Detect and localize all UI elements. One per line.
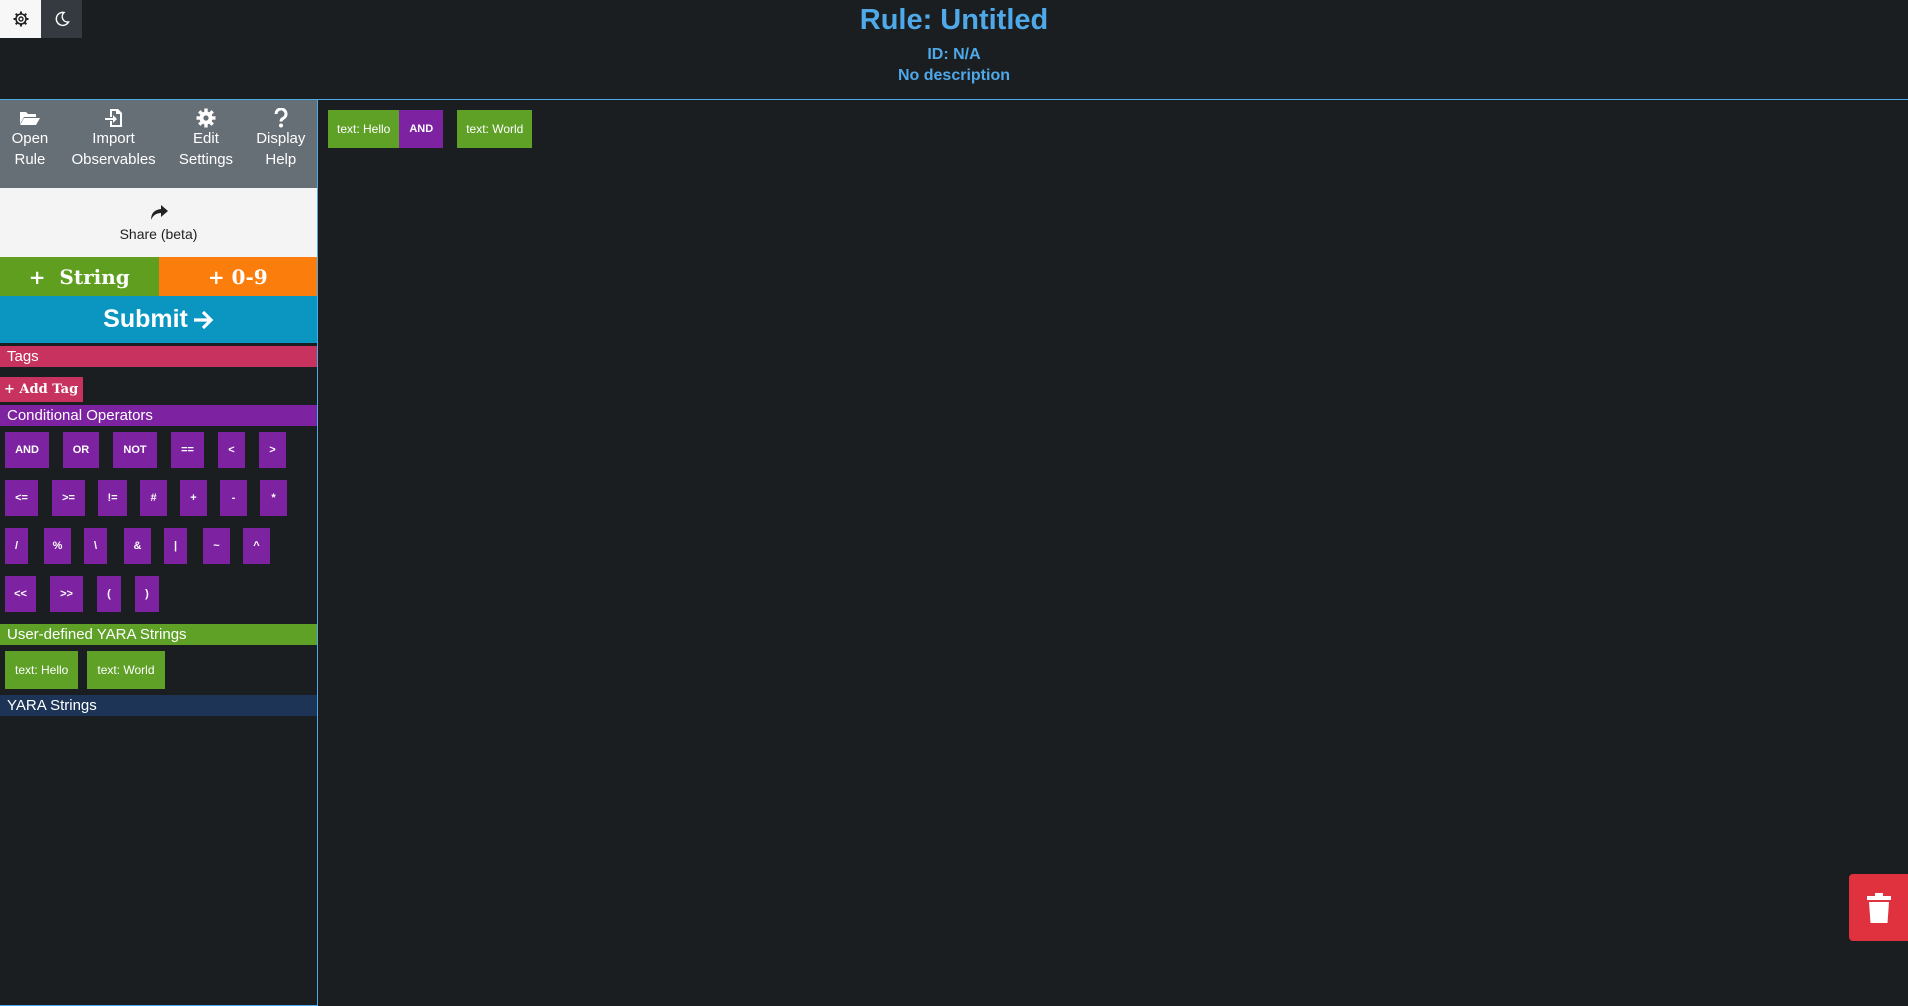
delete-dropzone-button[interactable] bbox=[1849, 874, 1908, 941]
rule-header: Rule: Untitled ID: N/A No description bbox=[0, 0, 1908, 86]
display-help-label-2: Help bbox=[265, 151, 297, 168]
open-rule-label-1: Open bbox=[11, 130, 49, 147]
rule-title: Rule: Untitled bbox=[859, 4, 1049, 36]
operator-minus[interactable]: - bbox=[220, 480, 247, 516]
user-strings-list: text: Hello text: World bbox=[0, 645, 317, 695]
operator-shift-left[interactable]: << bbox=[5, 576, 36, 612]
operator-greater-than[interactable]: > bbox=[259, 432, 286, 468]
add-number-button[interactable]: + 0-9 bbox=[158, 257, 317, 296]
workspace-string-chip[interactable]: text: World bbox=[457, 110, 533, 148]
workspace-operator-chip[interactable]: AND bbox=[399, 110, 444, 148]
trash-icon bbox=[1866, 892, 1891, 923]
condition-workspace: text: Hello AND text: World bbox=[328, 110, 533, 148]
open-rule-button[interactable]: Open Rule bbox=[11, 108, 49, 170]
share-arrow-icon bbox=[150, 204, 168, 220]
workspace-string-chip[interactable]: text: Hello bbox=[328, 110, 400, 148]
import-observables-button[interactable]: Import Observables bbox=[71, 108, 156, 170]
rule-id: ID: N/A bbox=[927, 46, 981, 63]
rule-description: No description bbox=[897, 67, 1010, 84]
operator-count[interactable]: # bbox=[140, 480, 167, 516]
canvas-divider bbox=[318, 99, 1908, 100]
folder-open-icon bbox=[19, 112, 40, 125]
operator-equals[interactable]: == bbox=[171, 432, 204, 468]
add-string-button[interactable]: + String bbox=[0, 257, 159, 296]
operator-and[interactable]: AND bbox=[5, 432, 49, 468]
operator-not[interactable]: NOT bbox=[113, 432, 157, 468]
operator-or[interactable]: OR bbox=[63, 432, 99, 468]
operator-open-paren[interactable]: ( bbox=[97, 576, 121, 612]
tags-area: + Add Tag bbox=[0, 367, 317, 405]
user-string-chip[interactable]: text: Hello bbox=[5, 651, 79, 689]
operator-modulo[interactable]: % bbox=[44, 528, 71, 564]
operator-shift-right[interactable]: >> bbox=[50, 576, 83, 612]
add-tag-button[interactable]: + Add Tag bbox=[0, 377, 84, 402]
user-strings-section-header: User-defined YARA Strings bbox=[0, 624, 317, 645]
share-button[interactable]: Share (beta) bbox=[0, 188, 317, 257]
tags-section-header: Tags bbox=[0, 346, 317, 367]
question-icon bbox=[274, 108, 288, 128]
sidebar: Open Rule Import Observables Edit Settin… bbox=[0, 99, 318, 1006]
operator-close-paren[interactable]: ) bbox=[135, 576, 159, 612]
display-help-label-1: Display bbox=[256, 130, 306, 147]
yara-strings-section-header: YARA Strings bbox=[0, 695, 317, 716]
operator-xor[interactable]: ^ bbox=[243, 528, 270, 564]
open-rule-label-2: Rule bbox=[14, 151, 46, 168]
operator-backslash[interactable]: \ bbox=[84, 528, 107, 564]
add-buttons-row: + String + 0-9 bbox=[0, 257, 317, 296]
operator-row: << >> ( ) bbox=[5, 576, 317, 624]
file-import-icon bbox=[104, 109, 122, 127]
operator-less-than[interactable]: < bbox=[218, 432, 245, 468]
edit-settings-label-2: Settings bbox=[178, 151, 234, 168]
user-string-chip[interactable]: text: World bbox=[87, 651, 165, 689]
share-label: Share (beta) bbox=[119, 225, 198, 242]
operator-row: AND OR NOT == < > bbox=[5, 432, 317, 480]
operator-divide[interactable]: / bbox=[5, 528, 28, 564]
operator-bitwise-or[interactable]: | bbox=[164, 528, 187, 564]
sidebar-toolbar: Open Rule Import Observables Edit Settin… bbox=[0, 100, 317, 188]
operator-plus[interactable]: + bbox=[180, 480, 207, 516]
operator-not-equal[interactable]: != bbox=[98, 480, 127, 516]
operator-row: <= >= != # + - * bbox=[5, 480, 317, 528]
edit-settings-label-1: Edit bbox=[193, 130, 219, 147]
operator-greater-equal[interactable]: >= bbox=[52, 480, 85, 516]
arrow-right-icon bbox=[193, 310, 214, 329]
import-observables-label-2: Observables bbox=[71, 151, 156, 168]
operator-less-equal[interactable]: <= bbox=[5, 480, 38, 516]
operator-bitwise-not[interactable]: ~ bbox=[203, 528, 230, 564]
cog-icon bbox=[196, 108, 216, 128]
operators-section-header: Conditional Operators bbox=[0, 405, 317, 426]
operator-bitwise-and[interactable]: & bbox=[124, 528, 151, 564]
submit-button[interactable]: Submit bbox=[0, 296, 317, 343]
submit-label: Submit bbox=[103, 305, 188, 333]
import-observables-label-1: Import bbox=[92, 130, 135, 147]
operator-row: / % \ & | ~ ^ bbox=[5, 528, 317, 576]
display-help-button[interactable]: Display Help bbox=[256, 108, 305, 170]
edit-settings-button[interactable]: Edit Settings bbox=[179, 108, 233, 170]
operators-grid: AND OR NOT == < > <= >= != # + - * / % \… bbox=[0, 426, 317, 624]
operator-multiply[interactable]: * bbox=[260, 480, 287, 516]
